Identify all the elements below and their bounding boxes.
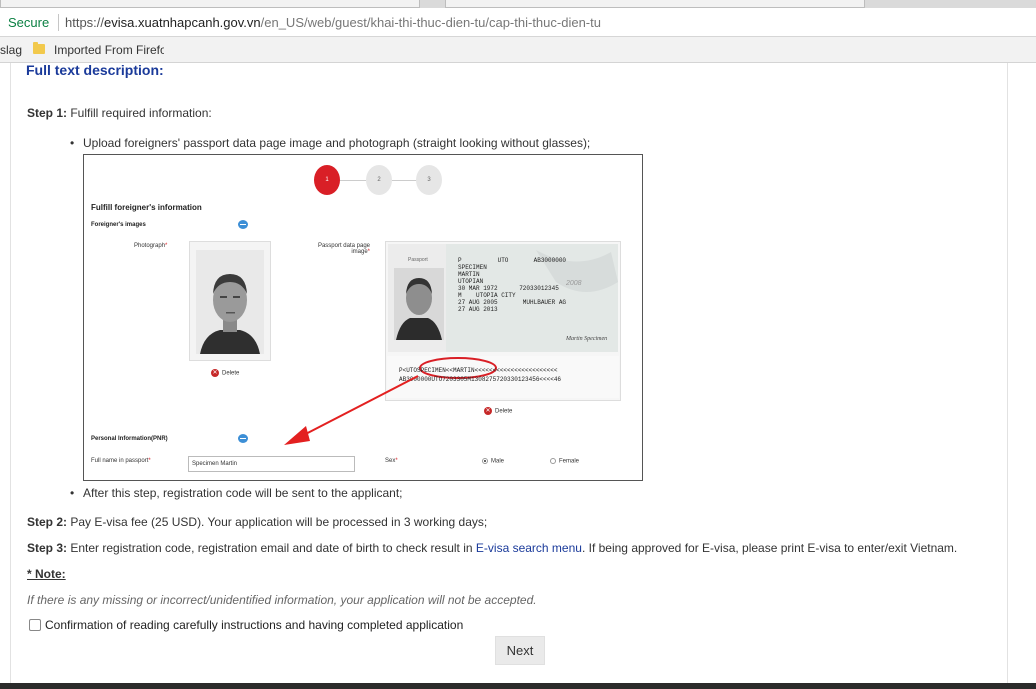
radio-dot (482, 458, 488, 464)
wizard-step-3: 3 (416, 165, 442, 195)
radio-dot (550, 458, 556, 464)
folder-icon[interactable] (33, 42, 45, 54)
collapse-icon (238, 220, 248, 229)
bookmarks-bar: slag Imported From Firefo (0, 37, 1036, 63)
radio-female: Female (550, 458, 579, 465)
url-protocol: https:// (65, 15, 105, 30)
sex-label-text: Sex (385, 458, 396, 464)
delete-photo-button: ✕ Delete (211, 369, 239, 377)
next-button[interactable]: Next (495, 636, 545, 665)
taskbar-strip (0, 683, 1036, 689)
tab-strip (0, 0, 1036, 8)
photo-preview (189, 241, 271, 361)
passport-data-text: P UTO AB3000000 SPECIMEN MARTIN UTOPIAN … (458, 257, 567, 313)
browser-tab[interactable] (445, 0, 865, 8)
step-2-label: Step 2: (27, 515, 68, 529)
passport-preview: Passport P UTO AB3000000 SPECIMEN MARTIN… (385, 241, 621, 401)
url-path: /en_US/web/guest/khai-thi-thuc-dien-tu/c… (260, 15, 601, 30)
radio-male: Male (482, 458, 504, 465)
passport-label-line2: image (351, 249, 368, 255)
step-3-text-a: Enter registration code, registration em… (67, 541, 476, 555)
fullname-field: Specimen Martin (188, 456, 355, 472)
illus-heading: Fulfill foreigner's information (91, 203, 202, 212)
bookmark-folder-imported[interactable]: Imported From Firefo (54, 43, 164, 57)
step-3: Step 3: Enter registration code, registr… (27, 541, 957, 555)
url-text[interactable]: https://evisa.xuatnhapcanh.gov.vn/en_US/… (65, 15, 601, 30)
note-heading: * Note: (27, 567, 66, 581)
step-3-label: Step 3: (27, 541, 68, 555)
step-2-text: Pay E-visa fee (25 USD). Your applicatio… (67, 515, 488, 529)
wizard-step-2: 2 (366, 165, 392, 195)
illus-images-section: Foreigner's images (91, 222, 146, 228)
delete-photo-label: Delete (222, 370, 240, 377)
confirm-checkbox[interactable] (29, 619, 41, 631)
passport-year-watermark: 2008 (566, 280, 582, 287)
delete-icon: ✕ (484, 407, 492, 415)
note-text: If there is any missing or incorrect/uni… (27, 593, 537, 607)
bookmark-item[interactable]: slag (0, 43, 22, 57)
delete-passport-button: ✕ Delete (484, 407, 512, 415)
step-1-text: Fulfill required information: (67, 106, 212, 120)
photo-label-text: Photograph (134, 243, 166, 249)
fullname-label-text: Full name in passport (91, 458, 149, 464)
wizard-connector (392, 180, 418, 181)
collapse-icon (238, 434, 248, 443)
illus-pnr-section: Personal Information(PNR) (91, 436, 168, 442)
passport-mrz: P<UTOSPECIMEN<<MARTIN<<<<<<<<<<<<<<<<<<<… (399, 366, 561, 384)
address-separator (58, 14, 59, 31)
illus-fullname-label: Full name in passport* (91, 458, 151, 464)
url-host: evisa.xuatnhapcanh.gov.vn (104, 15, 261, 30)
instruction-illustration: 1 2 3 Fulfill foreigner's information Fo… (83, 154, 643, 481)
step-1-label: Step 1: (27, 106, 68, 120)
scrollbar[interactable] (1008, 63, 1036, 683)
portrait-photo (190, 242, 270, 360)
list-item: After this step, registration code will … (70, 486, 403, 500)
illus-passport-label: Passport data page image* (317, 243, 370, 255)
wizard-connector (340, 180, 366, 181)
illus-sex-label: Sex* (385, 458, 398, 464)
mrz-line-1: P<UTOSPECIMEN<<MARTIN<<<<<<<<<<<<<<<<<<<… (399, 367, 558, 374)
male-label: Male (491, 458, 505, 465)
step-2: Step 2: Pay E-visa fee (25 USD). Your ap… (27, 515, 487, 529)
evisa-search-link[interactable]: E-visa search menu (476, 541, 582, 555)
confirm-checkbox-row[interactable]: Confirmation of reading carefully instru… (29, 618, 463, 632)
passport-signature: Martin Specimen (566, 336, 608, 342)
bullet-upload-text: Upload foreigners' passport data page im… (83, 136, 591, 150)
page-content: Full text description: Step 1: Fulfill r… (0, 62, 1036, 683)
delete-icon: ✕ (211, 369, 219, 377)
mrz-line-2: AB3000000UTO7203305M1308275720330123456<… (399, 376, 562, 383)
confirm-label[interactable]: Confirmation of reading carefully instru… (45, 618, 463, 632)
illus-photo-label: Photograph* (134, 243, 168, 249)
step-1: Step 1: Fulfill required information: (27, 106, 212, 120)
browser-tab[interactable] (0, 0, 420, 8)
address-bar[interactable]: Secure https://evisa.xuatnhapcanh.gov.vn… (0, 8, 1036, 37)
delete-passport-label: Delete (495, 408, 513, 415)
female-label: Female (559, 458, 580, 465)
step-3-text-b: . If being approved for E-visa, please p… (581, 541, 958, 555)
secure-indicator[interactable]: Secure (8, 15, 49, 30)
passport-word: Passport (408, 257, 428, 263)
wizard-step-1: 1 (314, 165, 340, 195)
list-item: Upload foreigners' passport data page im… (70, 136, 590, 150)
bullet-registration-text: After this step, registration code will … (83, 486, 403, 500)
page-title: Full text description: (26, 62, 164, 78)
